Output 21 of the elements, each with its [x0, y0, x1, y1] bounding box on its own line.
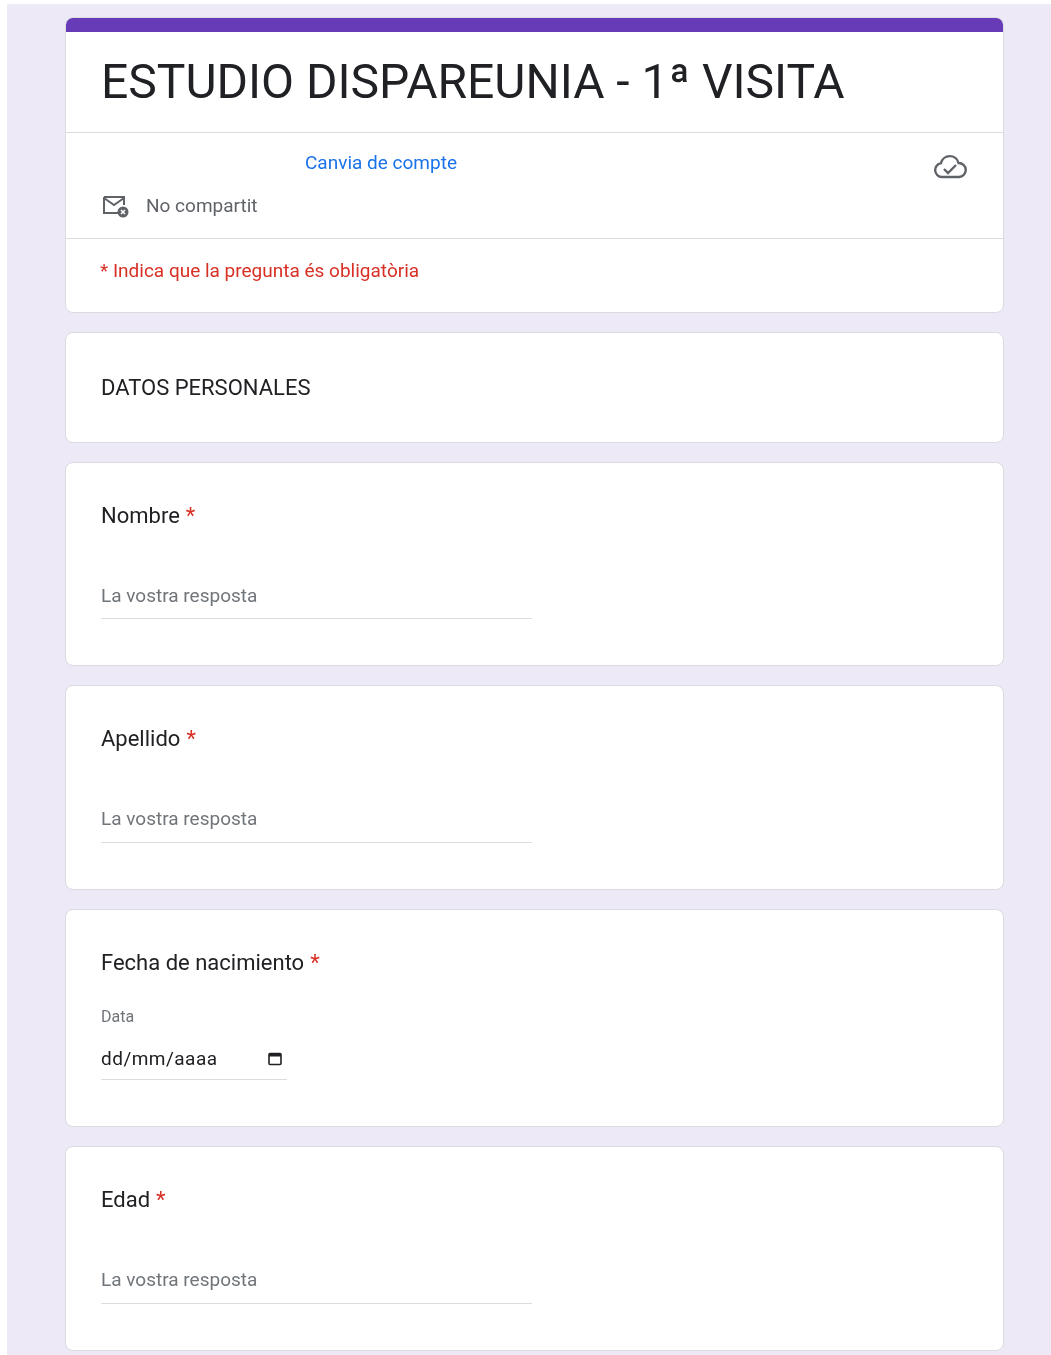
- required-asterisk: *: [186, 725, 196, 753]
- answer-field[interactable]: La vostra resposta: [101, 1266, 532, 1304]
- switch-account-link[interactable]: Canvia de compte: [305, 149, 457, 178]
- question-label: Nombre: [101, 501, 180, 530]
- required-asterisk: *: [310, 948, 320, 977]
- required-note: * Indica que la pregunta és obligatòria: [100, 259, 420, 282]
- answer-field[interactable]: La vostra resposta: [101, 805, 532, 843]
- answer-field[interactable]: La vostra resposta: [101, 581, 532, 619]
- date-field[interactable]: dd/mm/aaaa: [101, 1044, 287, 1080]
- form-title: ESTUDIO DISPAREUNIA - 1ª VISITA: [101, 52, 846, 112]
- calendar-icon[interactable]: [267, 1050, 283, 1067]
- question-label: Fecha de nacimiento: [101, 948, 305, 977]
- question-label: Apellido: [101, 725, 181, 753]
- cloud-check-icon: [933, 154, 967, 180]
- required-asterisk: *: [156, 1186, 166, 1214]
- question-label: Edad: [101, 1186, 151, 1214]
- date-caption: Data: [101, 1005, 136, 1028]
- sharing-status: No compartit: [146, 192, 258, 219]
- required-asterisk: *: [185, 501, 196, 530]
- mail-off-icon: [102, 193, 130, 218]
- section-title: DATOS PERSONALES: [101, 374, 311, 400]
